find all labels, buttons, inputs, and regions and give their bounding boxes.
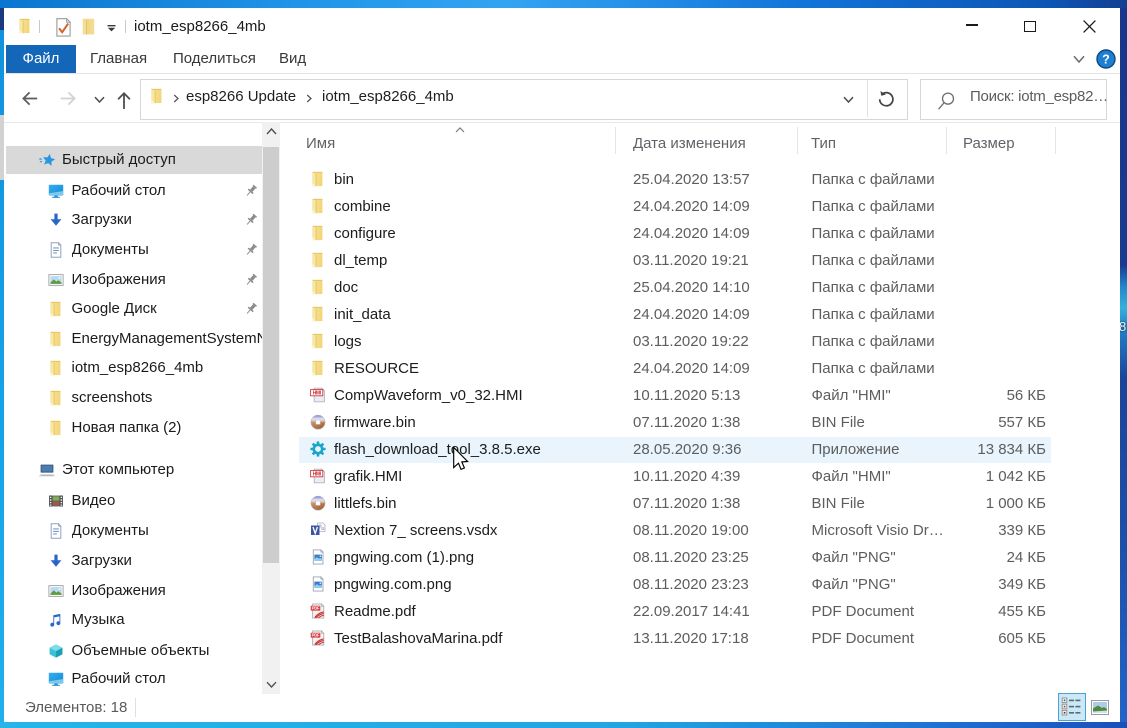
svg-text:HMI: HMI (313, 391, 322, 397)
svg-text:PDF: PDF (312, 606, 320, 611)
svg-text:HMI: HMI (313, 472, 322, 478)
svg-text:?: ? (1102, 53, 1110, 67)
svg-text:PDF: PDF (312, 633, 320, 638)
